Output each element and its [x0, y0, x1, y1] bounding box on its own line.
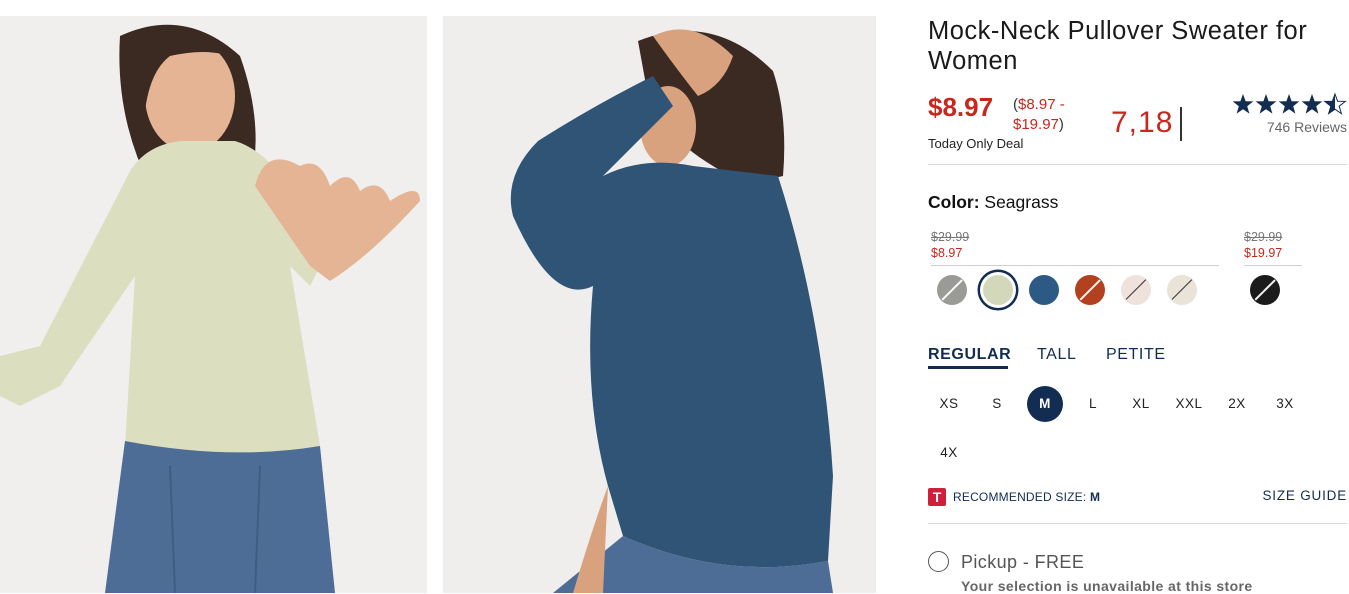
price-group-1: $29.99 $8.97 — [931, 229, 969, 261]
deal-countdown: 7,18 — [1111, 106, 1174, 139]
pickup-unavailable-note: Your selection is unavailable at this st… — [961, 578, 1253, 594]
size-s[interactable]: S — [979, 386, 1015, 422]
sale-price: $8.97 — [928, 92, 994, 122]
star-icon — [1255, 94, 1277, 114]
swatch-oatmeal[interactable] — [1167, 275, 1197, 305]
product-photo-front-illustration — [0, 16, 427, 593]
deal-label: Today Only Deal — [928, 136, 1024, 151]
unavailable-slash-icon — [1079, 279, 1101, 301]
tab-tall[interactable]: TALL — [1037, 346, 1076, 364]
unavailable-slash-icon — [1254, 279, 1276, 301]
unavailable-slash-icon — [1171, 279, 1193, 300]
color-label: Color: — [928, 192, 980, 212]
countdown-cursor — [1180, 107, 1182, 141]
swatch-gray[interactable] — [937, 275, 967, 305]
recommended-size-label: RECOMMENDED SIZE: — [953, 490, 1087, 504]
half-star-icon — [1324, 93, 1346, 115]
size-guide-link[interactable]: SIZE GUIDE — [1262, 488, 1347, 503]
product-photo-side-illustration — [443, 16, 876, 593]
true-fit-logo-icon: T — [928, 488, 946, 506]
pickup-label[interactable]: Pickup - FREE — [961, 552, 1084, 573]
original-price: $29.99 — [1244, 230, 1283, 244]
color-selection-label: Color: Seagrass — [928, 192, 1058, 213]
group-sale-price: $19.97 — [1244, 246, 1283, 260]
group-sale-price: $8.97 — [931, 246, 963, 260]
size-xxl[interactable]: XXL — [1171, 386, 1207, 422]
divider — [928, 164, 1347, 165]
swatch-black[interactable] — [1250, 275, 1280, 305]
star-icon — [1301, 94, 1323, 114]
swatch-blue[interactable] — [1029, 275, 1059, 305]
divider — [928, 523, 1347, 524]
original-price: $29.99 — [931, 230, 970, 244]
tab-regular[interactable]: REGULAR — [928, 346, 1011, 364]
unavailable-slash-icon — [941, 279, 963, 301]
swatch-seagrass[interactable] — [983, 275, 1013, 305]
size-3x[interactable]: 3X — [1267, 386, 1303, 422]
tab-petite[interactable]: PETITE — [1106, 346, 1166, 364]
selected-color-name: Seagrass — [984, 192, 1059, 212]
reviews-link[interactable]: 746 Reviews — [1267, 119, 1347, 135]
size-xs[interactable]: XS — [931, 386, 967, 422]
unavailable-slash-icon — [1125, 279, 1147, 300]
size-xl[interactable]: XL — [1123, 386, 1159, 422]
recommended-size-text[interactable]: RECOMMENDED SIZE: M — [953, 490, 1100, 504]
rating-stars[interactable] — [1232, 92, 1347, 116]
price-group-divider — [1244, 265, 1302, 266]
range-text: $8.97 - $19.97 — [1013, 96, 1065, 133]
product-details-panel: Mock-Neck Pullover Sweater for Women $8.… — [928, 0, 1349, 594]
size-l[interactable]: L — [1075, 386, 1111, 422]
product-image-front[interactable] — [0, 16, 427, 593]
star-icon — [1232, 94, 1254, 114]
price-range: ($8.97 - $19.97) — [1013, 95, 1093, 135]
recommended-size-value: M — [1089, 490, 1101, 504]
swatch-rust[interactable] — [1075, 275, 1105, 305]
price-group-2: $29.99 $19.97 — [1244, 229, 1282, 261]
size-4x[interactable]: 4X — [931, 435, 967, 471]
size-2x[interactable]: 2X — [1219, 386, 1255, 422]
size-m[interactable]: M — [1027, 386, 1063, 422]
star-icon — [1278, 94, 1300, 114]
product-image-side[interactable] — [443, 16, 876, 593]
product-title: Mock-Neck Pullover Sweater for Women — [928, 17, 1308, 75]
price-group-divider — [931, 265, 1219, 266]
swatch-blush[interactable] — [1121, 275, 1151, 305]
pickup-radio[interactable] — [928, 551, 949, 572]
range-close: ) — [1058, 116, 1064, 133]
active-tab-underline — [928, 366, 1008, 369]
